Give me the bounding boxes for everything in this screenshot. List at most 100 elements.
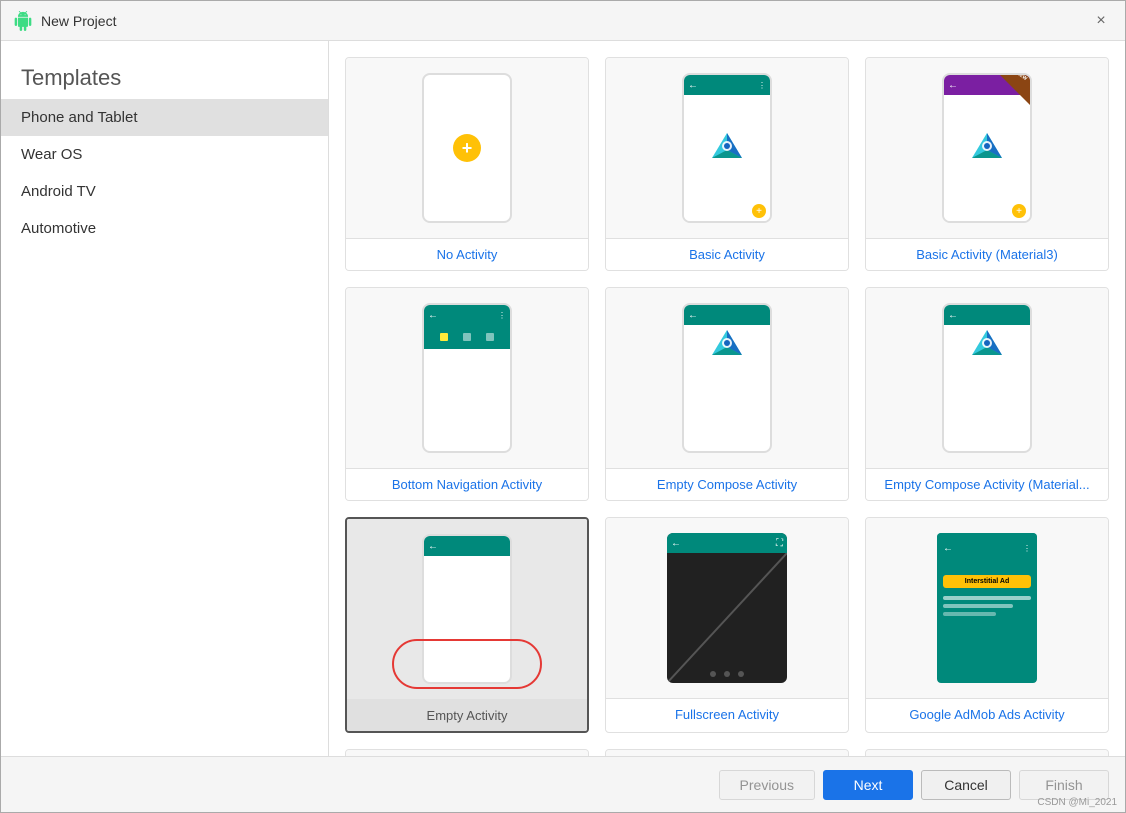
templates-area: + No Activity ← ⋮: [329, 41, 1125, 756]
bottom-bar: Previous Next Cancel Finish: [1, 756, 1125, 812]
basic-material3-thumbnail: ← PREVIEW: [866, 58, 1108, 238]
template-maps[interactable]: ← ⋮ Maps Activity: [345, 749, 589, 756]
template-settings[interactable]: ←: [865, 749, 1109, 756]
sidebar-item-automotive[interactable]: Automotive: [1, 210, 328, 247]
bottom-nav-mockup: ← ⋮: [422, 303, 512, 453]
basic-activity-label: Basic Activity: [606, 238, 848, 270]
empty-compose-arrow-icon: ←: [688, 310, 698, 321]
dot-1: [710, 671, 716, 677]
android-3d-icon: [707, 128, 747, 168]
admob-dots-icon: ⋮: [1023, 544, 1031, 553]
title-bar: New Project ×: [1, 1, 1125, 41]
bottom-nav-arrow-icon: ←: [428, 310, 438, 321]
bottom-nav-label: Bottom Navigation Activity: [346, 468, 588, 500]
fullscreen-expand-icon: ⛶: [776, 538, 783, 549]
basic-material3-label: Basic Activity (Material3): [866, 238, 1108, 270]
close-button[interactable]: ×: [1089, 9, 1113, 33]
fullscreen-arrow-icon: ←: [671, 538, 681, 549]
template-basic-activity-material3[interactable]: ← PREVIEW: [865, 57, 1109, 271]
cancel-button[interactable]: Cancel: [921, 770, 1011, 800]
admob-mockup: ← ⋮ Interstitial Ad: [937, 533, 1037, 683]
basic-activity-mockup: ← ⋮: [682, 73, 772, 223]
template-admob[interactable]: ← ⋮ Interstitial Ad Google AdMob Ads Act: [865, 517, 1109, 733]
dialog-title: New Project: [41, 13, 116, 29]
fullscreen-mockup: ← ⛶: [667, 533, 787, 683]
template-empty-activity[interactable]: ← Empty Activity: [345, 517, 589, 733]
ba-arrow-icon: ←: [688, 80, 698, 91]
watermark: CSDN @Mi_2021: [1037, 797, 1117, 808]
ba-bottom: +: [684, 201, 770, 221]
template-scrolling[interactable]: ← Scrolling Activity: [605, 749, 849, 756]
empty-activity-topbar: ←: [424, 536, 510, 556]
template-basic-activity[interactable]: ← ⋮: [605, 57, 849, 271]
android-3d-material3-icon: [967, 128, 1007, 168]
ba-material3-bottom: +: [944, 201, 1030, 221]
nav-dot-1: [440, 333, 448, 341]
sidebar-item-android-tv[interactable]: Android TV: [1, 173, 328, 210]
material3-fab-icon: +: [1012, 204, 1026, 218]
basic-activity-thumbnail: ← ⋮: [606, 58, 848, 238]
empty-activity-label: Empty Activity: [347, 699, 587, 731]
bottom-nav-dots-icon: ⋮: [498, 311, 506, 320]
basic-material3-mockup: ← PREVIEW: [942, 73, 1032, 223]
ba-body: [684, 95, 770, 201]
admob-arrow-icon: ←: [943, 543, 953, 554]
title-bar-left: New Project: [13, 11, 116, 31]
ecm-android-icon: [967, 325, 1007, 365]
nav-dot-2: [463, 333, 471, 341]
admob-content-lines: [943, 596, 1031, 616]
sidebar-heading: Templates: [1, 49, 328, 99]
template-bottom-nav[interactable]: ← ⋮ Bottom Navigation Activity: [345, 287, 589, 501]
previous-button[interactable]: Previous: [719, 770, 815, 800]
sidebar: Templates Phone and Tablet Wear OS Andro…: [1, 41, 329, 756]
ecm-body: [944, 325, 1030, 365]
empty-activity-thumbnail: ←: [347, 519, 587, 699]
ecm-topbar: ←: [944, 305, 1030, 325]
compose-android-icon: [707, 325, 747, 365]
purple-arrow-icon: ←: [948, 80, 958, 91]
fullscreen-topbar: ← ⛶: [667, 533, 787, 553]
maps-thumbnail: ← ⋮: [346, 750, 588, 756]
admob-line-2: [943, 604, 1013, 608]
finish-button[interactable]: Finish: [1019, 770, 1109, 800]
no-activity-label: No Activity: [346, 238, 588, 270]
dot-3: [738, 671, 744, 677]
next-button[interactable]: Next: [823, 770, 913, 800]
ecm-arrow-icon: ←: [948, 310, 958, 321]
settings-thumbnail: ←: [866, 750, 1108, 756]
admob-thumbnail: ← ⋮ Interstitial Ad: [866, 518, 1108, 698]
admob-line-1: [943, 596, 1031, 600]
android-logo-icon: [13, 11, 33, 31]
interstitial-ad-banner: Interstitial Ad: [943, 575, 1031, 588]
empty-compose-material-label: Empty Compose Activity (Material...: [866, 468, 1108, 500]
scrolling-thumbnail: ←: [606, 750, 848, 756]
sidebar-item-phone-tablet[interactable]: Phone and Tablet: [1, 99, 328, 136]
empty-compose-material-mockup: ←: [942, 303, 1032, 453]
fullscreen-label: Fullscreen Activity: [606, 698, 848, 730]
ba-dots-icon: ⋮: [758, 81, 766, 90]
empty-activity-mockup: ←: [422, 534, 512, 684]
sidebar-item-wear-os[interactable]: Wear OS: [1, 136, 328, 173]
fullscreen-diagonal-svg: [667, 553, 787, 683]
empty-compose-thumbnail: ←: [606, 288, 848, 468]
empty-compose-material-thumbnail: ←: [866, 288, 1108, 468]
template-empty-compose-material[interactable]: ←: [865, 287, 1109, 501]
empty-compose-mockup: ←: [682, 303, 772, 453]
template-no-activity[interactable]: + No Activity: [345, 57, 589, 271]
no-activity-thumbnail: +: [346, 58, 588, 238]
empty-compose-topbar: ←: [684, 305, 770, 325]
dot-2: [724, 671, 730, 677]
template-fullscreen[interactable]: ← ⛶: [605, 517, 849, 733]
new-project-dialog: New Project × Templates Phone and Tablet…: [0, 0, 1126, 813]
plus-icon: +: [453, 134, 481, 162]
no-activity-mockup: +: [422, 73, 512, 223]
template-empty-compose[interactable]: ←: [605, 287, 849, 501]
admob-label: Google AdMob Ads Activity: [866, 698, 1108, 730]
empty-compose-body: [684, 325, 770, 365]
bottom-nav-bar: [424, 325, 510, 349]
fullscreen-dots: [710, 671, 744, 677]
templates-grid: + No Activity ← ⋮: [345, 57, 1109, 756]
ba-topbar: ← ⋮: [684, 75, 770, 95]
fab-icon: +: [752, 204, 766, 218]
admob-line-3: [943, 612, 996, 616]
